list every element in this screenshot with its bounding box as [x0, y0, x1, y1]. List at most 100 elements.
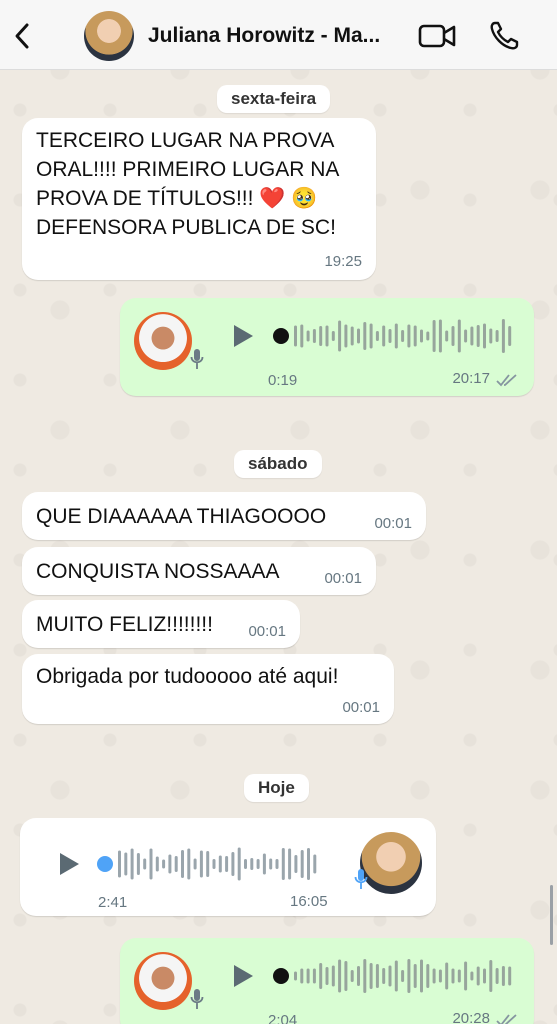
audio-waveform[interactable]	[270, 316, 520, 356]
waveform-bar	[451, 968, 455, 984]
waveform-bar	[508, 326, 512, 346]
waveform-bar	[231, 852, 235, 876]
video-camera-icon[interactable]	[418, 22, 458, 50]
microphone-icon	[354, 868, 368, 890]
message-time: 00:01	[342, 699, 380, 716]
waveform-bar	[375, 964, 379, 988]
waveform-bar	[369, 323, 373, 349]
contact-name[interactable]: Juliana Horowitz - Ma...	[148, 24, 380, 48]
waveform-bar	[344, 324, 348, 348]
double-check-icon	[496, 374, 517, 387]
waveform-bar	[187, 848, 191, 880]
waveform-bar	[325, 325, 329, 347]
waveform-bar	[388, 965, 392, 987]
message-time: 20:17	[452, 370, 490, 387]
waveform-bar	[256, 859, 260, 869]
scrollbar[interactable]	[550, 885, 553, 945]
audio-waveform[interactable]	[94, 844, 334, 884]
message-text: MUITO FELIZ!!!!!!!!	[36, 613, 213, 636]
waveform-bar	[181, 850, 184, 878]
waveform-bar	[206, 851, 210, 877]
play-icon[interactable]	[230, 323, 256, 349]
waveform-bar	[394, 323, 398, 349]
play-icon[interactable]	[56, 851, 82, 877]
outgoing-voice-message[interactable]: 0:19 20:17	[120, 298, 534, 396]
incoming-message[interactable]: Obrigada por tudooooo até aqui! 00:01	[22, 654, 394, 724]
waveform-bar	[420, 959, 423, 993]
waveform-bar	[300, 850, 304, 878]
sender-avatar	[134, 952, 192, 1010]
chevron-left-icon[interactable]	[10, 20, 34, 52]
voice-duration: 2:04	[268, 1012, 298, 1024]
message-line: DEFENSORA PUBLICA DE SC!	[36, 216, 336, 239]
waveform-bar	[357, 328, 360, 344]
message-text: Obrigada por tudooooo até aqui!	[36, 665, 339, 688]
waveform-bar	[350, 970, 354, 982]
waveform-bar	[338, 959, 342, 993]
waveform-bar	[307, 848, 310, 880]
waveform-bar	[319, 326, 323, 346]
outgoing-voice-message[interactable]: 2:04 20:28	[120, 938, 534, 1024]
waveform-bar	[495, 330, 499, 342]
message-list[interactable]: sexta-feira TERCEIRO LUGAR NA PROVA ORAL…	[0, 70, 557, 1024]
waveform-bar	[470, 326, 474, 346]
waveform-bar	[432, 320, 436, 352]
waveform-bar	[426, 331, 430, 341]
waveform-bar	[438, 319, 442, 353]
waveform-bar	[275, 859, 279, 869]
message-text: QUE DIAAAAAA THIAGOOOO	[36, 505, 327, 528]
waveform-bar	[262, 853, 266, 875]
waveform-bar	[143, 858, 147, 870]
message-text: TERCEIRO LUGAR NA PROVA ORAL!!!! PRIMEIR…	[36, 126, 370, 242]
waveform-bar	[357, 966, 360, 986]
play-icon[interactable]	[230, 963, 256, 989]
waveform-bar	[407, 959, 411, 993]
audio-waveform[interactable]	[270, 956, 520, 996]
contact-avatar[interactable]	[84, 11, 134, 61]
microphone-icon	[190, 988, 204, 1010]
waveform-bar	[470, 971, 474, 981]
waveform-bar	[136, 853, 140, 875]
waveform-bar	[407, 324, 411, 348]
message-time: 20:28	[452, 1010, 490, 1024]
waveform-bar	[464, 329, 468, 343]
waveform-bar	[225, 856, 229, 872]
message-time: 19:25	[324, 253, 362, 270]
message-text: CONQUISTA NOSSAAAA	[36, 560, 280, 583]
waveform-bar	[174, 856, 178, 872]
phone-icon[interactable]	[488, 20, 520, 52]
message-time: 16:05	[290, 893, 328, 910]
message-line: ORAL!!!! PRIMEIRO LUGAR NA	[36, 158, 340, 181]
incoming-message[interactable]: CONQUISTA NOSSAAAA 00:01	[22, 547, 376, 595]
waveform-bar	[244, 859, 247, 869]
waveform-bar	[312, 329, 316, 343]
date-separator: Hoje	[244, 774, 309, 802]
waveform-bar	[294, 325, 297, 347]
incoming-message[interactable]: QUE DIAAAAAA THIAGOOOO 00:01	[22, 492, 426, 540]
waveform-bar	[457, 969, 461, 983]
waveform-bar	[350, 326, 354, 346]
waveform-bar	[495, 968, 499, 984]
sender-avatar	[134, 312, 192, 370]
waveform-bar	[288, 848, 292, 880]
incoming-message[interactable]: MUITO FELIZ!!!!!!!! 00:01	[22, 600, 300, 648]
waveform-bar	[476, 966, 480, 986]
waveform-bar	[162, 859, 166, 869]
double-check-icon	[496, 1014, 517, 1024]
waveform-bar	[464, 961, 468, 991]
microphone-icon	[190, 348, 204, 370]
waveform-bar	[476, 325, 480, 347]
waveform-bar	[394, 960, 398, 992]
waveform-bar	[294, 855, 298, 873]
message-time: 00:01	[374, 515, 412, 532]
waveform-bar	[338, 320, 342, 352]
waveform-bar	[382, 325, 386, 347]
incoming-message[interactable]: TERCEIRO LUGAR NA PROVA ORAL!!!! PRIMEIR…	[22, 118, 376, 280]
incoming-voice-message[interactable]: 2:41 16:05	[20, 818, 436, 916]
date-separator: sábado	[234, 450, 322, 478]
waveform-bar	[382, 968, 386, 984]
waveform-bar	[432, 968, 436, 984]
waveform-bar	[118, 850, 121, 878]
waveform-bar	[331, 331, 335, 341]
waveform-bar	[269, 858, 273, 870]
